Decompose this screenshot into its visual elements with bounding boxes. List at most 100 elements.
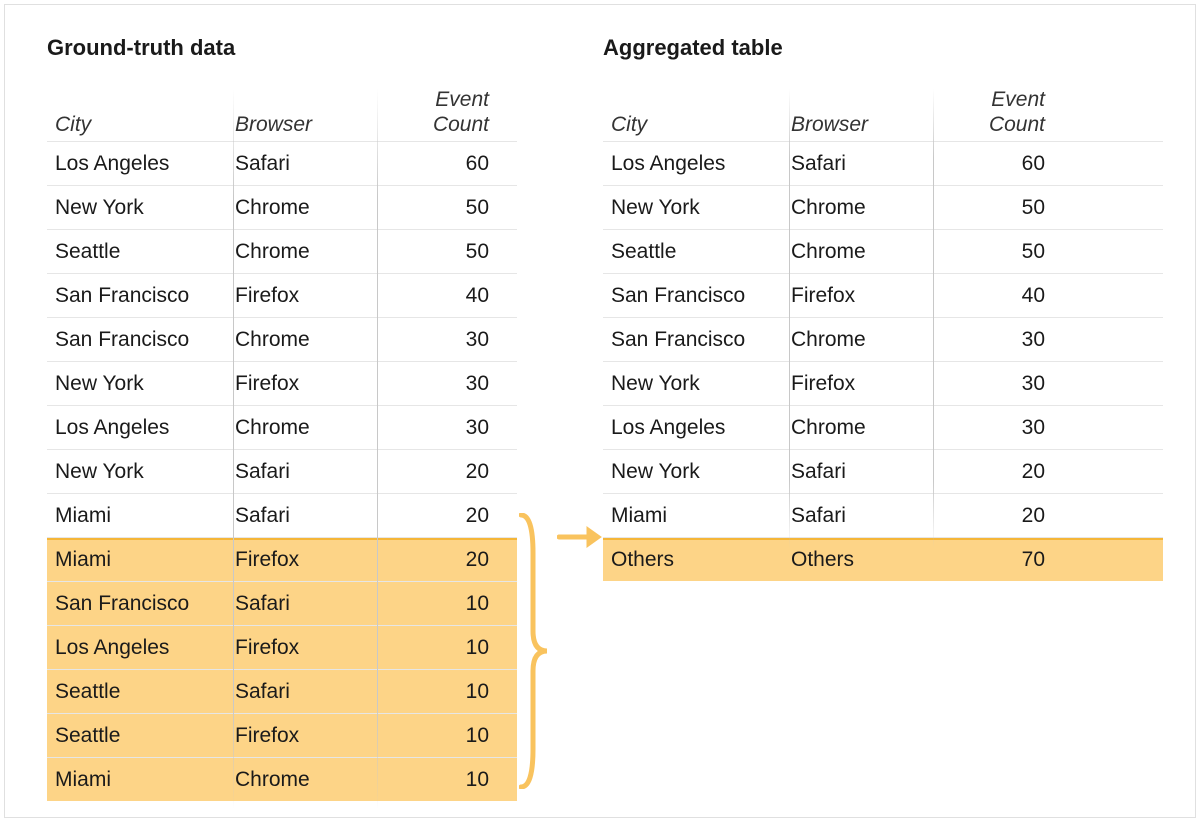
cell-browser: Chrome <box>783 239 923 264</box>
col-city-header: City <box>603 112 783 137</box>
cell-browser: Safari <box>783 151 923 176</box>
cell-count: 30 <box>923 327 1053 352</box>
table-row: Los AngelesFirefox10 <box>47 625 517 669</box>
cell-city: New York <box>47 195 227 220</box>
aggregated-table: City Browser EventCount Los AngelesSafar… <box>603 83 1163 581</box>
cell-count: 10 <box>367 679 497 704</box>
cell-count: 20 <box>367 547 497 572</box>
table-row: MiamiSafari20 <box>603 493 1163 537</box>
cell-city: Seattle <box>47 679 227 704</box>
cell-city: Others <box>603 547 783 572</box>
column-divider <box>933 89 934 549</box>
cell-city: Los Angeles <box>603 151 783 176</box>
table-header-row: City Browser EventCount <box>47 83 517 141</box>
cell-city: Miami <box>603 503 783 528</box>
cell-count: 40 <box>923 283 1053 308</box>
table-row: New YorkFirefox30 <box>47 361 517 405</box>
cell-count: 10 <box>367 767 497 792</box>
table-row: New YorkSafari20 <box>47 449 517 493</box>
cell-browser: Safari <box>227 151 367 176</box>
table-row: MiamiChrome10 <box>47 757 517 801</box>
col-count-header: EventCount <box>923 87 1053 137</box>
cell-count: 60 <box>923 151 1053 176</box>
table-row: SeattleFirefox10 <box>47 713 517 757</box>
ground-truth-title: Ground-truth data <box>47 35 517 61</box>
cell-count: 20 <box>367 459 497 484</box>
brace-icon <box>519 513 549 789</box>
cell-count: 30 <box>367 327 497 352</box>
cell-browser: Firefox <box>227 635 367 660</box>
column-divider <box>377 89 378 809</box>
table-row: OthersOthers70 <box>603 537 1163 581</box>
ground-truth-table: City Browser EventCount Los AngelesSafar… <box>47 83 517 801</box>
cell-browser: Safari <box>227 503 367 528</box>
cell-browser: Firefox <box>227 283 367 308</box>
cell-browser: Firefox <box>227 723 367 748</box>
cell-browser: Chrome <box>227 195 367 220</box>
cell-city: San Francisco <box>47 327 227 352</box>
cell-count: 20 <box>923 503 1053 528</box>
cell-city: Los Angeles <box>603 415 783 440</box>
cell-browser: Chrome <box>783 415 923 440</box>
table-row: San FranciscoFirefox40 <box>47 273 517 317</box>
cell-city: Miami <box>47 503 227 528</box>
table-row: Los AngelesSafari60 <box>603 141 1163 185</box>
col-city-header: City <box>47 112 227 137</box>
col-browser-header: Browser <box>783 112 923 137</box>
cell-city: New York <box>47 459 227 484</box>
cell-browser: Chrome <box>227 415 367 440</box>
table-row: MiamiFirefox20 <box>47 537 517 581</box>
cell-count: 30 <box>367 415 497 440</box>
table-row: San FranciscoChrome30 <box>47 317 517 361</box>
arrow-right-icon <box>557 525 603 549</box>
table-row: San FranciscoFirefox40 <box>603 273 1163 317</box>
cell-city: New York <box>603 371 783 396</box>
table-row: San FranciscoChrome30 <box>603 317 1163 361</box>
cell-city: New York <box>603 459 783 484</box>
table-row: San FranciscoSafari10 <box>47 581 517 625</box>
cell-browser: Firefox <box>783 371 923 396</box>
table-row: New YorkSafari20 <box>603 449 1163 493</box>
cell-count: 10 <box>367 723 497 748</box>
column-divider <box>789 89 790 549</box>
cell-count: 50 <box>923 239 1053 264</box>
cell-browser: Firefox <box>783 283 923 308</box>
cell-city: San Francisco <box>47 283 227 308</box>
cell-browser: Safari <box>227 591 367 616</box>
cell-count: 50 <box>923 195 1053 220</box>
table-row: SeattleChrome50 <box>47 229 517 273</box>
cell-city: Los Angeles <box>47 635 227 660</box>
cell-count: 30 <box>923 415 1053 440</box>
cell-city: Miami <box>47 547 227 572</box>
cell-count: 10 <box>367 635 497 660</box>
table-row: Los AngelesChrome30 <box>603 405 1163 449</box>
cell-city: Los Angeles <box>47 415 227 440</box>
cell-browser: Safari <box>227 459 367 484</box>
cell-city: New York <box>603 195 783 220</box>
col-browser-header: Browser <box>227 112 367 137</box>
cell-count: 10 <box>367 591 497 616</box>
aggregated-panel: Aggregated table City Browser EventCount… <box>603 35 1163 581</box>
cell-city: San Francisco <box>603 327 783 352</box>
cell-browser: Firefox <box>227 371 367 396</box>
ground-truth-panel: Ground-truth data City Browser EventCoun… <box>47 35 517 801</box>
cell-browser: Others <box>783 547 923 572</box>
cell-city: New York <box>47 371 227 396</box>
aggregated-title: Aggregated table <box>603 35 1163 61</box>
table-row: MiamiSafari20 <box>47 493 517 537</box>
table-header-row: City Browser EventCount <box>603 83 1163 141</box>
cell-browser: Chrome <box>227 239 367 264</box>
cell-count: 30 <box>367 371 497 396</box>
table-row: Los AngelesChrome30 <box>47 405 517 449</box>
table-row: New YorkFirefox30 <box>603 361 1163 405</box>
cell-city: Los Angeles <box>47 151 227 176</box>
cell-browser: Chrome <box>227 767 367 792</box>
cell-count: 40 <box>367 283 497 308</box>
cell-browser: Chrome <box>227 327 367 352</box>
cell-count: 70 <box>923 547 1053 572</box>
table-row: New YorkChrome50 <box>603 185 1163 229</box>
cell-city: Seattle <box>47 239 227 264</box>
cell-browser: Safari <box>227 679 367 704</box>
cell-city: Seattle <box>47 723 227 748</box>
table-row: Los AngelesSafari60 <box>47 141 517 185</box>
